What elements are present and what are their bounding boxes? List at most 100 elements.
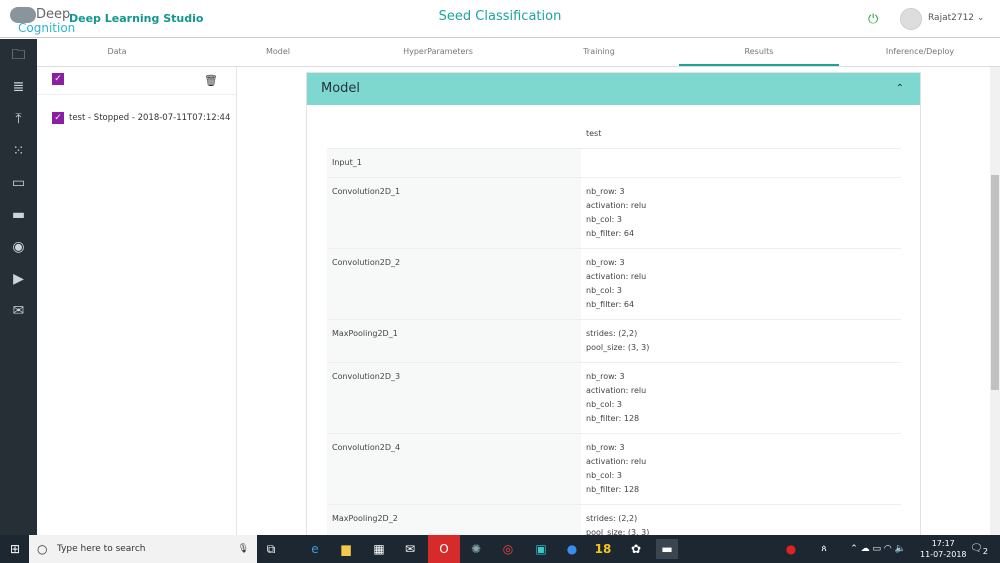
layer-params — [581, 148, 901, 178]
taskbar-search[interactable]: ○ Type here to search 🎙 — [29, 535, 257, 563]
layer-name: Convolution2D_2 — [327, 248, 581, 320]
model-card-header[interactable]: Model ⌃ — [307, 73, 920, 105]
param: activation: relu — [586, 457, 647, 466]
param: nb_filter: 128 — [586, 414, 640, 423]
layer-params: nb_row: 3 activation: relu nb_col: 3 nb_fil… — [581, 362, 901, 434]
runs-panel: ✓ 🗑 ✓ test - Stopped - 2018-07-11T07:12:… — [37, 67, 237, 535]
param: strides: (2,2) — [586, 329, 638, 338]
column-header: test — [581, 120, 901, 149]
notifications-icon[interactable]: 🗨2 — [968, 539, 990, 559]
time: 17:17 — [931, 539, 955, 548]
laptop-icon[interactable]: ▬ — [0, 199, 37, 231]
search-circle-icon: ○ — [37, 542, 48, 556]
chrome-icon[interactable]: ◎ — [497, 539, 519, 559]
deep-cognition-app-icon[interactable]: ✺ — [465, 539, 487, 559]
select-all-checkbox[interactable]: ✓ — [52, 73, 64, 85]
layer-name: Convolution2D_4 — [327, 433, 581, 505]
table-row: Convolution2D_3 nb_row: 3 activation: relu… — [327, 362, 901, 434]
tab-results[interactable]: Results — [679, 39, 839, 66]
param: strides: (2,2) — [586, 514, 638, 523]
video-editor-icon[interactable]: ▣ — [530, 539, 552, 559]
database-icon[interactable]: ≣ — [0, 71, 37, 103]
video-icon[interactable]: ▶ — [0, 263, 37, 295]
layer-name: Convolution2D_1 — [327, 177, 581, 249]
user-menu[interactable]: Rajat2712 ⌄ — [928, 13, 984, 23]
param: nb_filter: 64 — [586, 300, 635, 309]
system-tray-icons[interactable]: ⌃ ☁ ▭ ◠ 🔈 — [848, 539, 908, 559]
tab-inference-deploy[interactable]: Inference/Deploy — [840, 39, 1000, 66]
layer-params: nb_row: 3 activation: relu nb_col: 3 nb_fil… — [581, 177, 901, 249]
scrollbar-thumb[interactable] — [991, 175, 999, 390]
clock[interactable]: 17:17 11-07-2018 — [920, 538, 967, 560]
param: activation: relu — [586, 386, 647, 395]
run-label: test - Stopped - 2018-07-11T07:12:44 — [69, 113, 231, 123]
tab-model[interactable]: Model — [198, 39, 358, 66]
taskbar: ⊞ ○ Type here to search 🎙 ⧉ e ▆ ▦ ✉ O ✺ ◎ … — [0, 535, 1000, 563]
slack-icon[interactable]: ✿ — [625, 539, 647, 559]
param: nb_col: 3 — [586, 471, 622, 480]
param: nb_filter: 128 — [586, 485, 640, 494]
param: nb_col: 3 — [586, 215, 622, 224]
people-icon[interactable]: ጰ — [813, 539, 835, 559]
param: pool_size: (3, 3) — [586, 343, 650, 352]
username: Rajat2712 — [928, 13, 975, 23]
model-table: test Input_1 Convolution2D_1 nb_row: 3 act… — [327, 120, 901, 541]
tab-hyperparameters[interactable]: HyperParameters — [358, 39, 518, 66]
model-card: Model ⌃ test Input_1 Convolution2D_1 nb_ro… — [306, 72, 921, 542]
param: nb_row: 3 — [586, 372, 625, 381]
param: nb_row: 3 — [586, 258, 625, 267]
sidebar: 🗀 ≣ ⤒ ⁙ ▭ ▬ ◉ ▶ ✉ — [0, 39, 37, 535]
run-item[interactable]: ✓ test - Stopped - 2018-07-11T07:12:44 — [52, 112, 230, 124]
table-row: Convolution2D_2 nb_row: 3 activation: relu… — [327, 248, 901, 320]
layer-params: nb_row: 3 activation: relu nb_col: 3 nb_fil… — [581, 433, 901, 505]
apps-grid-icon[interactable]: ⁙ — [0, 135, 37, 167]
chevron-down-icon: ⌄ — [976, 13, 985, 23]
table-row: Convolution2D_1 nb_row: 3 activation: relu… — [327, 177, 901, 249]
param: nb_row: 3 — [586, 187, 625, 196]
task-view-icon[interactable]: ⧉ — [260, 539, 282, 559]
upload-icon[interactable]: ⤒ — [0, 103, 37, 135]
tab-data[interactable]: Data — [37, 39, 197, 66]
microphone-icon[interactable]: 🎙 — [238, 535, 249, 563]
edge-icon[interactable]: e — [304, 539, 326, 559]
folder-icon[interactable]: ▭ — [0, 167, 37, 199]
notification-count: 2 — [982, 546, 988, 556]
card-title: Model — [321, 81, 361, 96]
table-row: MaxPooling2D_1 strides: (2,2) pool_size: (… — [327, 319, 901, 363]
chat-icon[interactable]: ◉ — [0, 231, 37, 263]
layer-params: nb_row: 3 activation: relu nb_col: 3 nb_fil… — [581, 248, 901, 320]
table-row: Convolution2D_4 nb_row: 3 activation: relu… — [327, 433, 901, 505]
tab-training[interactable]: Training — [519, 39, 679, 66]
project-title: Seed Classification — [438, 9, 562, 24]
run-checkbox[interactable]: ✓ — [52, 112, 64, 124]
param: activation: relu — [586, 272, 647, 281]
power-icon[interactable]: ⏻ — [868, 12, 878, 27]
store-icon[interactable]: ▦ — [368, 539, 390, 559]
tray-red-app-icon[interactable]: ● — [780, 539, 802, 559]
layer-name: MaxPooling2D_1 — [327, 319, 581, 363]
zoom-app-icon[interactable]: ● — [561, 539, 583, 559]
trash-icon[interactable]: 🗑 — [204, 74, 218, 87]
chevron-up-icon[interactable]: ⌃ — [896, 73, 904, 105]
param: nb_col: 3 — [586, 400, 622, 409]
tab-bar: Data Model HyperParameters Training Resu… — [37, 39, 1000, 67]
scrollbar[interactable] — [990, 67, 1000, 535]
table-row: Input_1 — [327, 148, 901, 178]
avatar[interactable] — [900, 8, 922, 30]
param: activation: relu — [586, 201, 647, 210]
app-18-icon[interactable]: 18 — [592, 539, 614, 559]
app-header: Deep Cognition Deep Learning Studio Seed… — [0, 0, 1000, 38]
param: nb_filter: 64 — [586, 229, 635, 238]
mail-app-icon[interactable]: ✉ — [399, 539, 421, 559]
terminal-icon[interactable]: ▬ — [656, 539, 678, 559]
file-explorer-icon[interactable]: ▆ — [335, 539, 357, 559]
windows-start-icon[interactable]: ⊞ — [4, 539, 26, 559]
opera-icon[interactable]: O — [428, 535, 460, 563]
mail-icon[interactable]: ✉ — [0, 295, 37, 327]
search-placeholder: Type here to search — [57, 544, 146, 554]
projects-icon[interactable]: 🗀 — [0, 39, 37, 71]
layer-params: strides: (2,2) pool_size: (3, 3) — [581, 319, 901, 363]
param: nb_col: 3 — [586, 286, 622, 295]
date: 11-07-2018 — [920, 550, 967, 559]
layer-name: Convolution2D_3 — [327, 362, 581, 434]
